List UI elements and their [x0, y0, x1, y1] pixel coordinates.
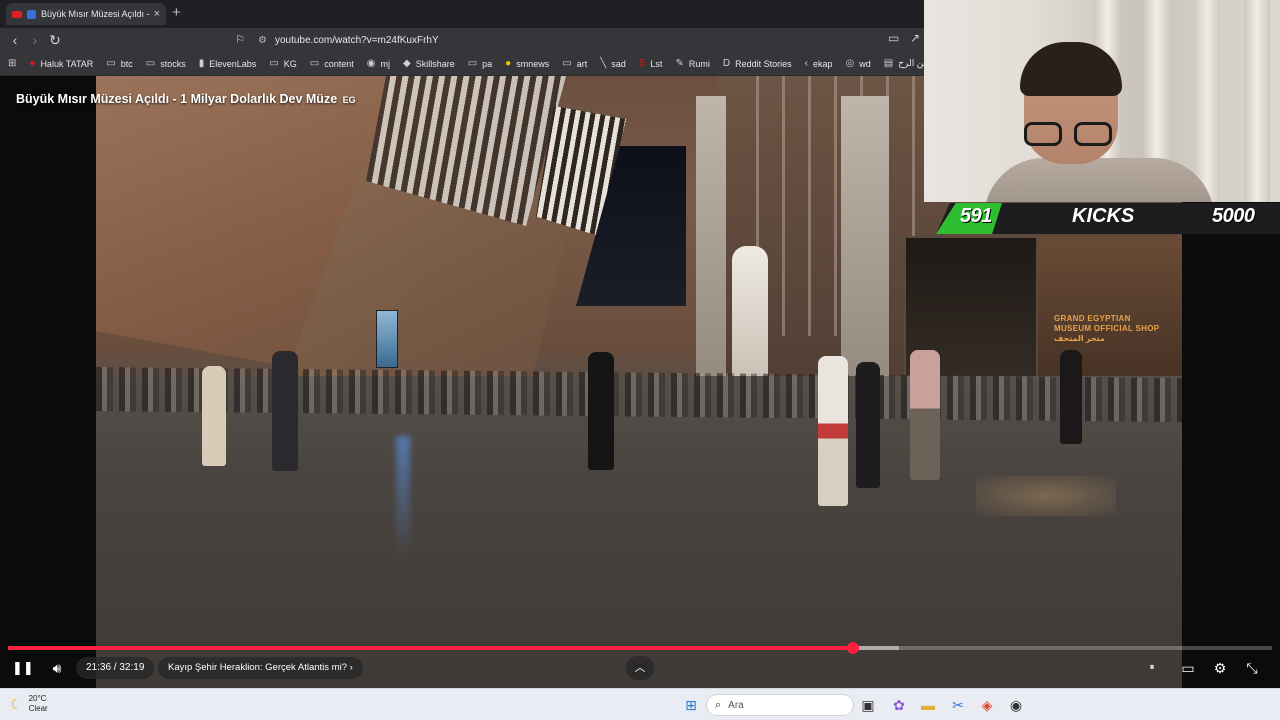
back-icon[interactable]: ‹	[6, 31, 24, 49]
autoplay-toggle-icon[interactable]: ⏸︎	[1143, 657, 1161, 679]
time-display: 21:36 / 32:19	[76, 657, 155, 679]
d-logo-icon: D	[722, 58, 731, 69]
next-chapter-button[interactable]: Kayıp Şehir Heraklion: Gerçek Atlantis m…	[158, 657, 363, 679]
tab-title: Büyük Mısır Müzesi Açıldı - 1	[41, 9, 149, 19]
file-explorer-icon[interactable]: ▬	[918, 695, 938, 715]
reload-icon[interactable]: ↻	[46, 31, 64, 49]
progress-bar[interactable]	[8, 642, 1272, 654]
apps-grid-icon[interactable]: ⊞	[8, 58, 16, 69]
moon-icon: ☾	[10, 695, 23, 712]
bookmark-haluk-tatar[interactable]: ● Haluk TATAR	[29, 58, 93, 69]
bookmark-reddit-stories[interactable]: D Reddit Stories	[723, 58, 792, 69]
volume-icon[interactable]: 🔊︎	[46, 657, 68, 679]
github-icon: ◉	[366, 58, 376, 69]
elevenlabs-icon: ▮	[198, 58, 205, 69]
slash-icon: ╲	[600, 58, 607, 69]
chevron-right-icon: ›	[349, 662, 353, 673]
youtube-icon: ●	[29, 58, 36, 69]
bookmark-kg[interactable]: ▭ KG	[269, 58, 296, 69]
search-icon: ⌕	[715, 698, 722, 711]
weather-condition: Clear	[28, 704, 48, 713]
taskbar-search[interactable]: ⌕ Ara	[706, 694, 854, 716]
kick-label: KICKS	[1072, 205, 1135, 227]
settings-gear-icon[interactable]: ⚙	[1211, 657, 1229, 679]
bookmark-sad[interactable]: ╲ sad	[600, 58, 626, 69]
task-view-icon[interactable]: ▣	[858, 695, 878, 715]
tab-audio-icon	[27, 9, 36, 19]
url-text[interactable]: youtube.com/watch?v=m24fKuxFrhY	[275, 35, 439, 46]
bookmark-content[interactable]: ▭ content	[310, 58, 354, 69]
folder-icon: ▭	[145, 58, 156, 69]
bookmarks-bar: ⊞ ● Haluk TATAR ▭ btc ▭ stocks ▮ ElevenLabs …	[0, 52, 924, 76]
bookmark-mj[interactable]: ◉ mj	[367, 58, 390, 69]
folder-icon: ▭	[467, 58, 478, 69]
share-icon[interactable]: ↗	[910, 31, 920, 45]
brave-browser-icon[interactable]: ◈	[977, 695, 997, 715]
forward-icon[interactable]: ›	[26, 31, 44, 49]
folder-icon: ▭	[309, 58, 320, 69]
weather-widget[interactable]: ☾ 20°C Clear	[10, 694, 48, 714]
bookmark-pa[interactable]: ▭ pa	[468, 58, 492, 69]
snipping-tool-icon[interactable]: ✂	[948, 695, 968, 715]
windows-start-icon[interactable]: ⊞	[681, 695, 701, 715]
bookmark-rumi[interactable]: ✎ Rumi	[675, 58, 709, 69]
progress-played	[8, 646, 853, 650]
windows-taskbar: ☾ 20°C Clear ⊞ ⌕ Ara ▣ ✿ ▬ ✂ ◈ ◉	[0, 688, 1280, 720]
info-kiosk	[376, 310, 398, 368]
pause-icon[interactable]: ❚❚	[12, 657, 34, 679]
shop-sign-text: GRAND EGYPTIAN MUSEUM OFFICIAL SHOP متجر…	[1054, 314, 1160, 343]
subtitles-icon[interactable]: ▭	[1179, 657, 1197, 679]
next-chapter-label: Kayıp Şehir Heraklion: Gerçek Atlantis m…	[168, 662, 347, 673]
folder-icon: ▭	[106, 58, 116, 69]
obs-icon[interactable]: ◉	[1006, 695, 1026, 715]
document-icon: ▤	[883, 58, 894, 69]
tab-close-icon[interactable]: ×	[154, 8, 160, 20]
browser-tab-bar: Büyük Mısır Müzesi Açıldı - 1 × +	[0, 0, 924, 28]
bookmark-page-icon[interactable]: ⚐	[231, 31, 249, 49]
statue	[732, 246, 768, 386]
webcam-overlay	[924, 0, 1280, 202]
bookmark-stocks[interactable]: ▭ stocks	[146, 58, 186, 69]
kick-count: 591	[960, 205, 992, 227]
folder-icon: ▭	[269, 58, 279, 69]
site-info-icon[interactable]: ⚙	[258, 35, 267, 46]
skillshare-icon: ◆	[402, 58, 411, 69]
bookmark-ekap[interactable]: ‹ ekap	[805, 58, 833, 69]
weather-temperature: 20°C	[28, 694, 47, 703]
bookmark-btc[interactable]: ▭ btc	[106, 58, 132, 69]
chevron-up-icon[interactable]: ︿	[626, 656, 654, 680]
bookmark-wd[interactable]: ◎ wd	[845, 58, 870, 69]
bookmark-smnews[interactable]: ● smnews	[505, 58, 549, 69]
quill-icon: ✎	[675, 58, 684, 69]
kick-goal-bar: 591 KICKS 5000	[936, 203, 1280, 234]
search-placeholder: Ara	[728, 699, 744, 711]
bookmark-art[interactable]: ▭ art	[562, 58, 587, 69]
new-tab-button[interactable]: +	[172, 5, 181, 20]
address-bar[interactable]: ⚙ youtube.com/watch?v=m24fKuxFrhY	[258, 31, 888, 49]
s-logo-icon: S	[638, 58, 646, 69]
progress-scrubber[interactable]	[846, 642, 859, 654]
folder-icon: ▭	[562, 58, 572, 69]
bookmark-lst[interactable]: S Lst	[639, 58, 663, 69]
chevron-icon: ‹	[804, 58, 808, 69]
smiley-icon: ●	[505, 58, 512, 69]
glasses	[1024, 122, 1118, 146]
globe-icon: ◎	[845, 58, 855, 69]
kick-goal: 5000	[1212, 205, 1255, 227]
browser-toolbar: ‹ › ↻ ⚐ ⚙ youtube.com/watch?v=m24fKuxFrh…	[0, 28, 924, 52]
copilot-icon[interactable]: ✿	[889, 695, 909, 715]
country-flag: EG	[342, 95, 356, 105]
video-title[interactable]: Büyük Mısır Müzesi Açıldı - 1 Milyar Dol…	[16, 92, 356, 106]
bookmark-arabic[interactable]: ▤الرحمن الرح...	[884, 58, 924, 69]
bookmark-skillshare[interactable]: ◆ Skillshare	[403, 58, 455, 69]
youtube-favicon-icon	[12, 10, 22, 18]
cast-icon[interactable]: ▭	[888, 31, 899, 45]
bookmark-elevenlabs[interactable]: ▮ ElevenLabs	[199, 58, 257, 69]
browser-tab-active[interactable]: Büyük Mısır Müzesi Açıldı - 1 ×	[6, 3, 166, 25]
exit-fullscreen-icon[interactable]: ⤡	[1243, 657, 1261, 679]
